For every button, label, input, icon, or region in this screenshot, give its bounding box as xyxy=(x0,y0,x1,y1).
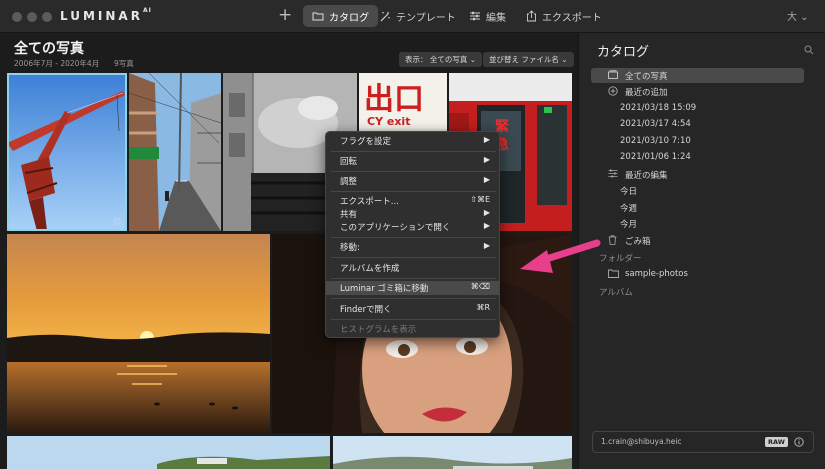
annotation-arrow xyxy=(520,239,601,273)
